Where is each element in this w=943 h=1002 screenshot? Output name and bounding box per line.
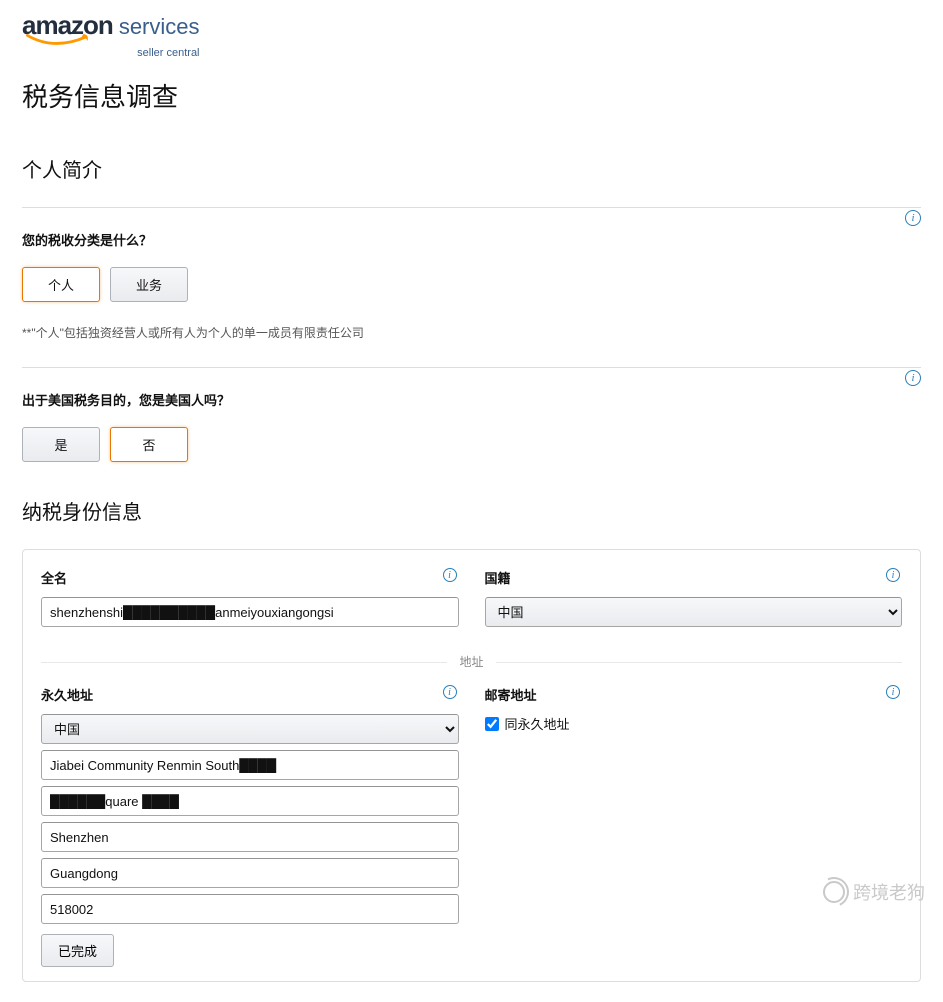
option-yes-button[interactable]: 是 xyxy=(22,427,100,462)
info-icon[interactable]: i xyxy=(905,210,921,226)
info-icon[interactable]: i xyxy=(443,568,457,582)
address-city-input[interactable] xyxy=(41,822,459,852)
address-line1-input[interactable] xyxy=(41,750,459,780)
page-title: 税务信息调查 xyxy=(22,77,921,114)
full-name-input[interactable] xyxy=(41,597,459,627)
us-person-label: 出于美国税务目的，您是美国人吗？ xyxy=(22,390,921,409)
tax-classification-label: 您的税收分类是什么？ xyxy=(22,230,921,249)
mailing-address-label: 邮寄地址 xyxy=(485,685,903,704)
same-as-permanent-label: 同永久地址 xyxy=(505,714,570,733)
nationality-label: 国籍 xyxy=(485,568,903,587)
info-icon[interactable]: i xyxy=(443,685,457,699)
tax-classification-section: i 您的税收分类是什么？ 个人 业务 **"个人"包括独资经营人或所有人为个人的… xyxy=(22,207,921,367)
wechat-icon xyxy=(823,881,845,903)
info-icon[interactable]: i xyxy=(886,568,900,582)
done-button[interactable]: 已完成 xyxy=(41,934,114,967)
watermark: 跨境老狗 xyxy=(823,879,925,905)
logo-services: services xyxy=(119,16,200,38)
info-icon[interactable]: i xyxy=(886,685,900,699)
tax-id-form: i 全名 i 国籍 中国 地址 i 永久地址 中国 xyxy=(22,549,921,982)
address-province-input[interactable] xyxy=(41,858,459,888)
address-country-select[interactable]: 中国 xyxy=(41,714,459,744)
profile-heading: 个人简介 xyxy=(22,154,921,183)
watermark-text: 跨境老狗 xyxy=(853,879,925,905)
info-icon[interactable]: i xyxy=(905,370,921,386)
address-divider: 地址 xyxy=(41,653,902,671)
nationality-select[interactable]: 中国 xyxy=(485,597,903,627)
us-person-section: i 出于美国税务目的，您是美国人吗？ 是 否 xyxy=(22,367,921,488)
logo: amazon services seller central xyxy=(22,12,921,59)
amazon-smile-icon xyxy=(26,32,96,50)
option-business-button[interactable]: 业务 xyxy=(110,267,188,302)
full-name-label: 全名 xyxy=(41,568,459,587)
address-postal-input[interactable] xyxy=(41,894,459,924)
tax-id-heading: 纳税身份信息 xyxy=(22,496,921,525)
address-divider-label: 地址 xyxy=(447,655,495,669)
logo-subline: seller central xyxy=(137,48,199,59)
same-as-permanent-checkbox[interactable] xyxy=(485,717,499,731)
option-no-button[interactable]: 否 xyxy=(110,427,188,462)
option-individual-button[interactable]: 个人 xyxy=(22,267,100,302)
address-line2-input[interactable] xyxy=(41,786,459,816)
individual-hint: **"个人"包括独资经营人或所有人为个人的单一成员有限责任公司 xyxy=(22,324,921,341)
permanent-address-label: 永久地址 xyxy=(41,685,459,704)
